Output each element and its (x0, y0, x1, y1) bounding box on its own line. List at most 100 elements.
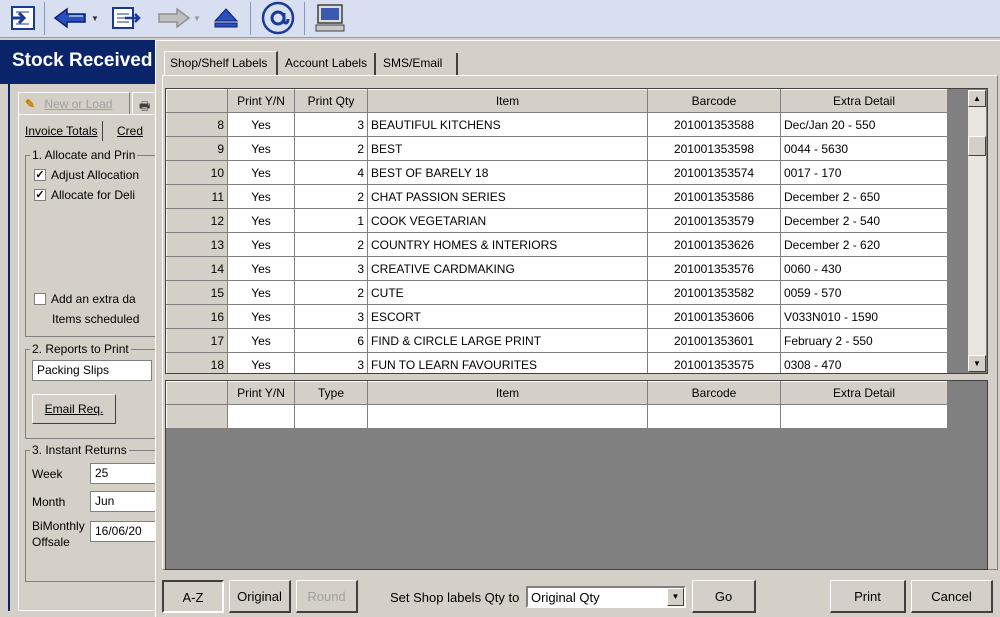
cell-barcode[interactable]: 201001353582 (647, 280, 781, 305)
cell-item[interactable]: CHAT PASSION SERIES (367, 184, 648, 209)
exit-to-icon[interactable] (6, 3, 40, 33)
cell-extra-detail[interactable]: 0017 - 170 (780, 160, 948, 185)
print-button[interactable]: Print (830, 580, 906, 613)
cell-print-qty[interactable]: 2 (294, 136, 368, 161)
back-arrow-icon[interactable]: ▼ (50, 3, 102, 33)
cell-print-qty[interactable]: 3 (294, 256, 368, 281)
cell-barcode[interactable]: 201001353575 (647, 352, 781, 373)
cell-type[interactable] (294, 404, 368, 429)
cell-barcode[interactable]: 201001353579 (647, 208, 781, 233)
cell-extra-detail[interactable]: February 2 - 550 (780, 328, 948, 353)
cell-item[interactable] (367, 404, 648, 429)
table-row[interactable]: 8 Yes 3 BEAUTIFUL KITCHENS 201001353588 Dec/J… (166, 112, 948, 137)
cancel-button[interactable]: Cancel (911, 580, 993, 613)
cell-print-qty[interactable]: 3 (294, 304, 368, 329)
cell-extra-detail[interactable]: December 2 - 620 (780, 232, 948, 257)
header-print-yn[interactable]: Print Y/N (227, 381, 295, 405)
cell-extra-detail[interactable]: V033N010 - 1590 (780, 304, 948, 329)
cell-print-qty[interactable]: 6 (294, 328, 368, 353)
go-button[interactable]: Go (692, 580, 756, 613)
reports-to-print-field[interactable]: Packing Slips (32, 360, 152, 381)
cell-print-yn[interactable]: Yes (227, 256, 295, 281)
cell-extra-detail[interactable]: Dec/Jan 20 - 550 (780, 112, 948, 137)
table-row[interactable]: 10 Yes 4 BEST OF BARELY 18 201001353574 0017 … (166, 160, 948, 185)
checkbox-adjust-allocation[interactable]: ✓ Adjust Allocation (34, 168, 139, 182)
header-extra-detail[interactable]: Extra Detail (780, 381, 948, 405)
cell-item[interactable]: ESCORT (367, 304, 648, 329)
email-at-icon[interactable] (258, 1, 298, 35)
cell-barcode[interactable]: 201001353598 (647, 136, 781, 161)
cell-print-qty[interactable]: 3 (294, 352, 368, 373)
cell-extra-detail[interactable]: 0060 - 430 (780, 256, 948, 281)
header-type[interactable]: Type (294, 381, 368, 405)
labels-grid[interactable]: Print Y/N Print Qty Item Barcode Extra D… (165, 88, 988, 374)
checkbox-add-extra[interactable]: Add an extra da (34, 292, 136, 306)
cell-barcode[interactable] (647, 404, 781, 429)
cell-barcode[interactable]: 201001353606 (647, 304, 781, 329)
cell-extra-detail[interactable]: 0044 - 5630 (780, 136, 948, 161)
header-barcode[interactable]: Barcode (647, 89, 781, 113)
cell-item[interactable]: CUTE (367, 280, 648, 305)
eject-icon[interactable] (210, 3, 242, 33)
scroll-thumb[interactable] (968, 136, 986, 156)
tab-new-or-load[interactable]: ✎ New or Load (18, 92, 130, 114)
table-row[interactable]: 13 Yes 2 COUNTRY HOMES & INTERIORS 201001353… (166, 232, 948, 257)
tab-sms-email[interactable]: SMS/Email (378, 53, 458, 75)
subtab-invoice-totals[interactable]: Invoice Totals (21, 121, 103, 141)
cell-print-yn[interactable]: Yes (227, 160, 295, 185)
cell-barcode[interactable]: 201001353588 (647, 112, 781, 137)
cell-print-qty[interactable]: 2 (294, 184, 368, 209)
cell-print-yn[interactable]: Yes (227, 184, 295, 209)
cell-item[interactable]: COUNTRY HOMES & INTERIORS (367, 232, 648, 257)
cell-print-yn[interactable]: Yes (227, 208, 295, 233)
table-row[interactable]: 15 Yes 2 CUTE 201001353582 0059 - 570 (166, 280, 948, 305)
cell-extra-detail[interactable]: December 2 - 650 (780, 184, 948, 209)
az-sort-button[interactable]: A-Z (162, 580, 224, 613)
labels-grid-scrollbar[interactable]: ▲ ▼ (968, 90, 986, 372)
tab-account-labels[interactable]: Account Labels (280, 53, 376, 75)
cell-print-yn[interactable]: Yes (227, 112, 295, 137)
original-button[interactable]: Original (229, 580, 291, 613)
table-row[interactable]: 14 Yes 3 CREATIVE CARDMAKING 201001353576 006… (166, 256, 948, 281)
header-print-yn[interactable]: Print Y/N (227, 89, 295, 113)
header-item[interactable]: Item (367, 381, 648, 405)
email-req-button[interactable]: Email Req. (32, 394, 116, 424)
cell-print-yn[interactable]: Yes (227, 280, 295, 305)
cell-item[interactable]: BEST (367, 136, 648, 161)
table-row[interactable]: 9 Yes 2 BEST 201001353598 0044 - 5630 (166, 136, 948, 161)
cell-barcode[interactable]: 201001353574 (647, 160, 781, 185)
cell-print-qty[interactable]: 3 (294, 112, 368, 137)
cell-item[interactable]: CREATIVE CARDMAKING (367, 256, 648, 281)
cell-item[interactable]: BEST OF BARELY 18 (367, 160, 648, 185)
table-row[interactable]: 17 Yes 6 FIND & CIRCLE LARGE PRINT 201001353… (166, 328, 948, 353)
table-row[interactable]: 16 Yes 3 ESCORT 201001353606 V033N010 - 1590 (166, 304, 948, 329)
header-barcode[interactable]: Barcode (647, 381, 781, 405)
extra-labels-grid[interactable]: Print Y/N Type Item Barcode Extra Detail (165, 380, 988, 570)
cell-print-yn[interactable]: Yes (227, 328, 295, 353)
table-row[interactable]: 18 Yes 3 FUN TO LEARN FAVOURITES 20100135357… (166, 352, 948, 373)
computer-icon[interactable] (312, 3, 348, 33)
cell-print-qty[interactable]: 2 (294, 232, 368, 257)
chevron-down-icon[interactable]: ▼ (667, 588, 684, 606)
cell-item[interactable]: COOK VEGETARIAN (367, 208, 648, 233)
edit-document-icon[interactable] (108, 3, 144, 33)
scroll-down-arrow-icon[interactable]: ▼ (968, 355, 986, 372)
header-print-qty[interactable]: Print Qty (294, 89, 368, 113)
cell-item[interactable]: BEAUTIFUL KITCHENS (367, 112, 648, 137)
cell-barcode[interactable]: 201001353601 (647, 328, 781, 353)
cell-item[interactable]: FUN TO LEARN FAVOURITES (367, 352, 648, 373)
header-extra-detail[interactable]: Extra Detail (780, 89, 948, 113)
qty-mode-select[interactable]: Original Qty ▼ (526, 586, 686, 608)
cell-item[interactable]: FIND & CIRCLE LARGE PRINT (367, 328, 648, 353)
cell-extra-detail[interactable]: 0308 - 470 (780, 352, 948, 373)
cell-barcode[interactable]: 201001353626 (647, 232, 781, 257)
scroll-up-arrow-icon[interactable]: ▲ (968, 90, 986, 107)
tab-shop-shelf-labels[interactable]: Shop/Shelf Labels (164, 51, 278, 75)
cell-extra-detail[interactable]: 0059 - 570 (780, 280, 948, 305)
table-row[interactable]: 12 Yes 1 COOK VEGETARIAN 201001353579 Decembe… (166, 208, 948, 233)
new-entry-row[interactable] (166, 404, 948, 429)
cell-print-qty[interactable]: 4 (294, 160, 368, 185)
cell-barcode[interactable]: 201001353576 (647, 256, 781, 281)
cell-print-qty[interactable]: 1 (294, 208, 368, 233)
cell-print-yn[interactable]: Yes (227, 136, 295, 161)
